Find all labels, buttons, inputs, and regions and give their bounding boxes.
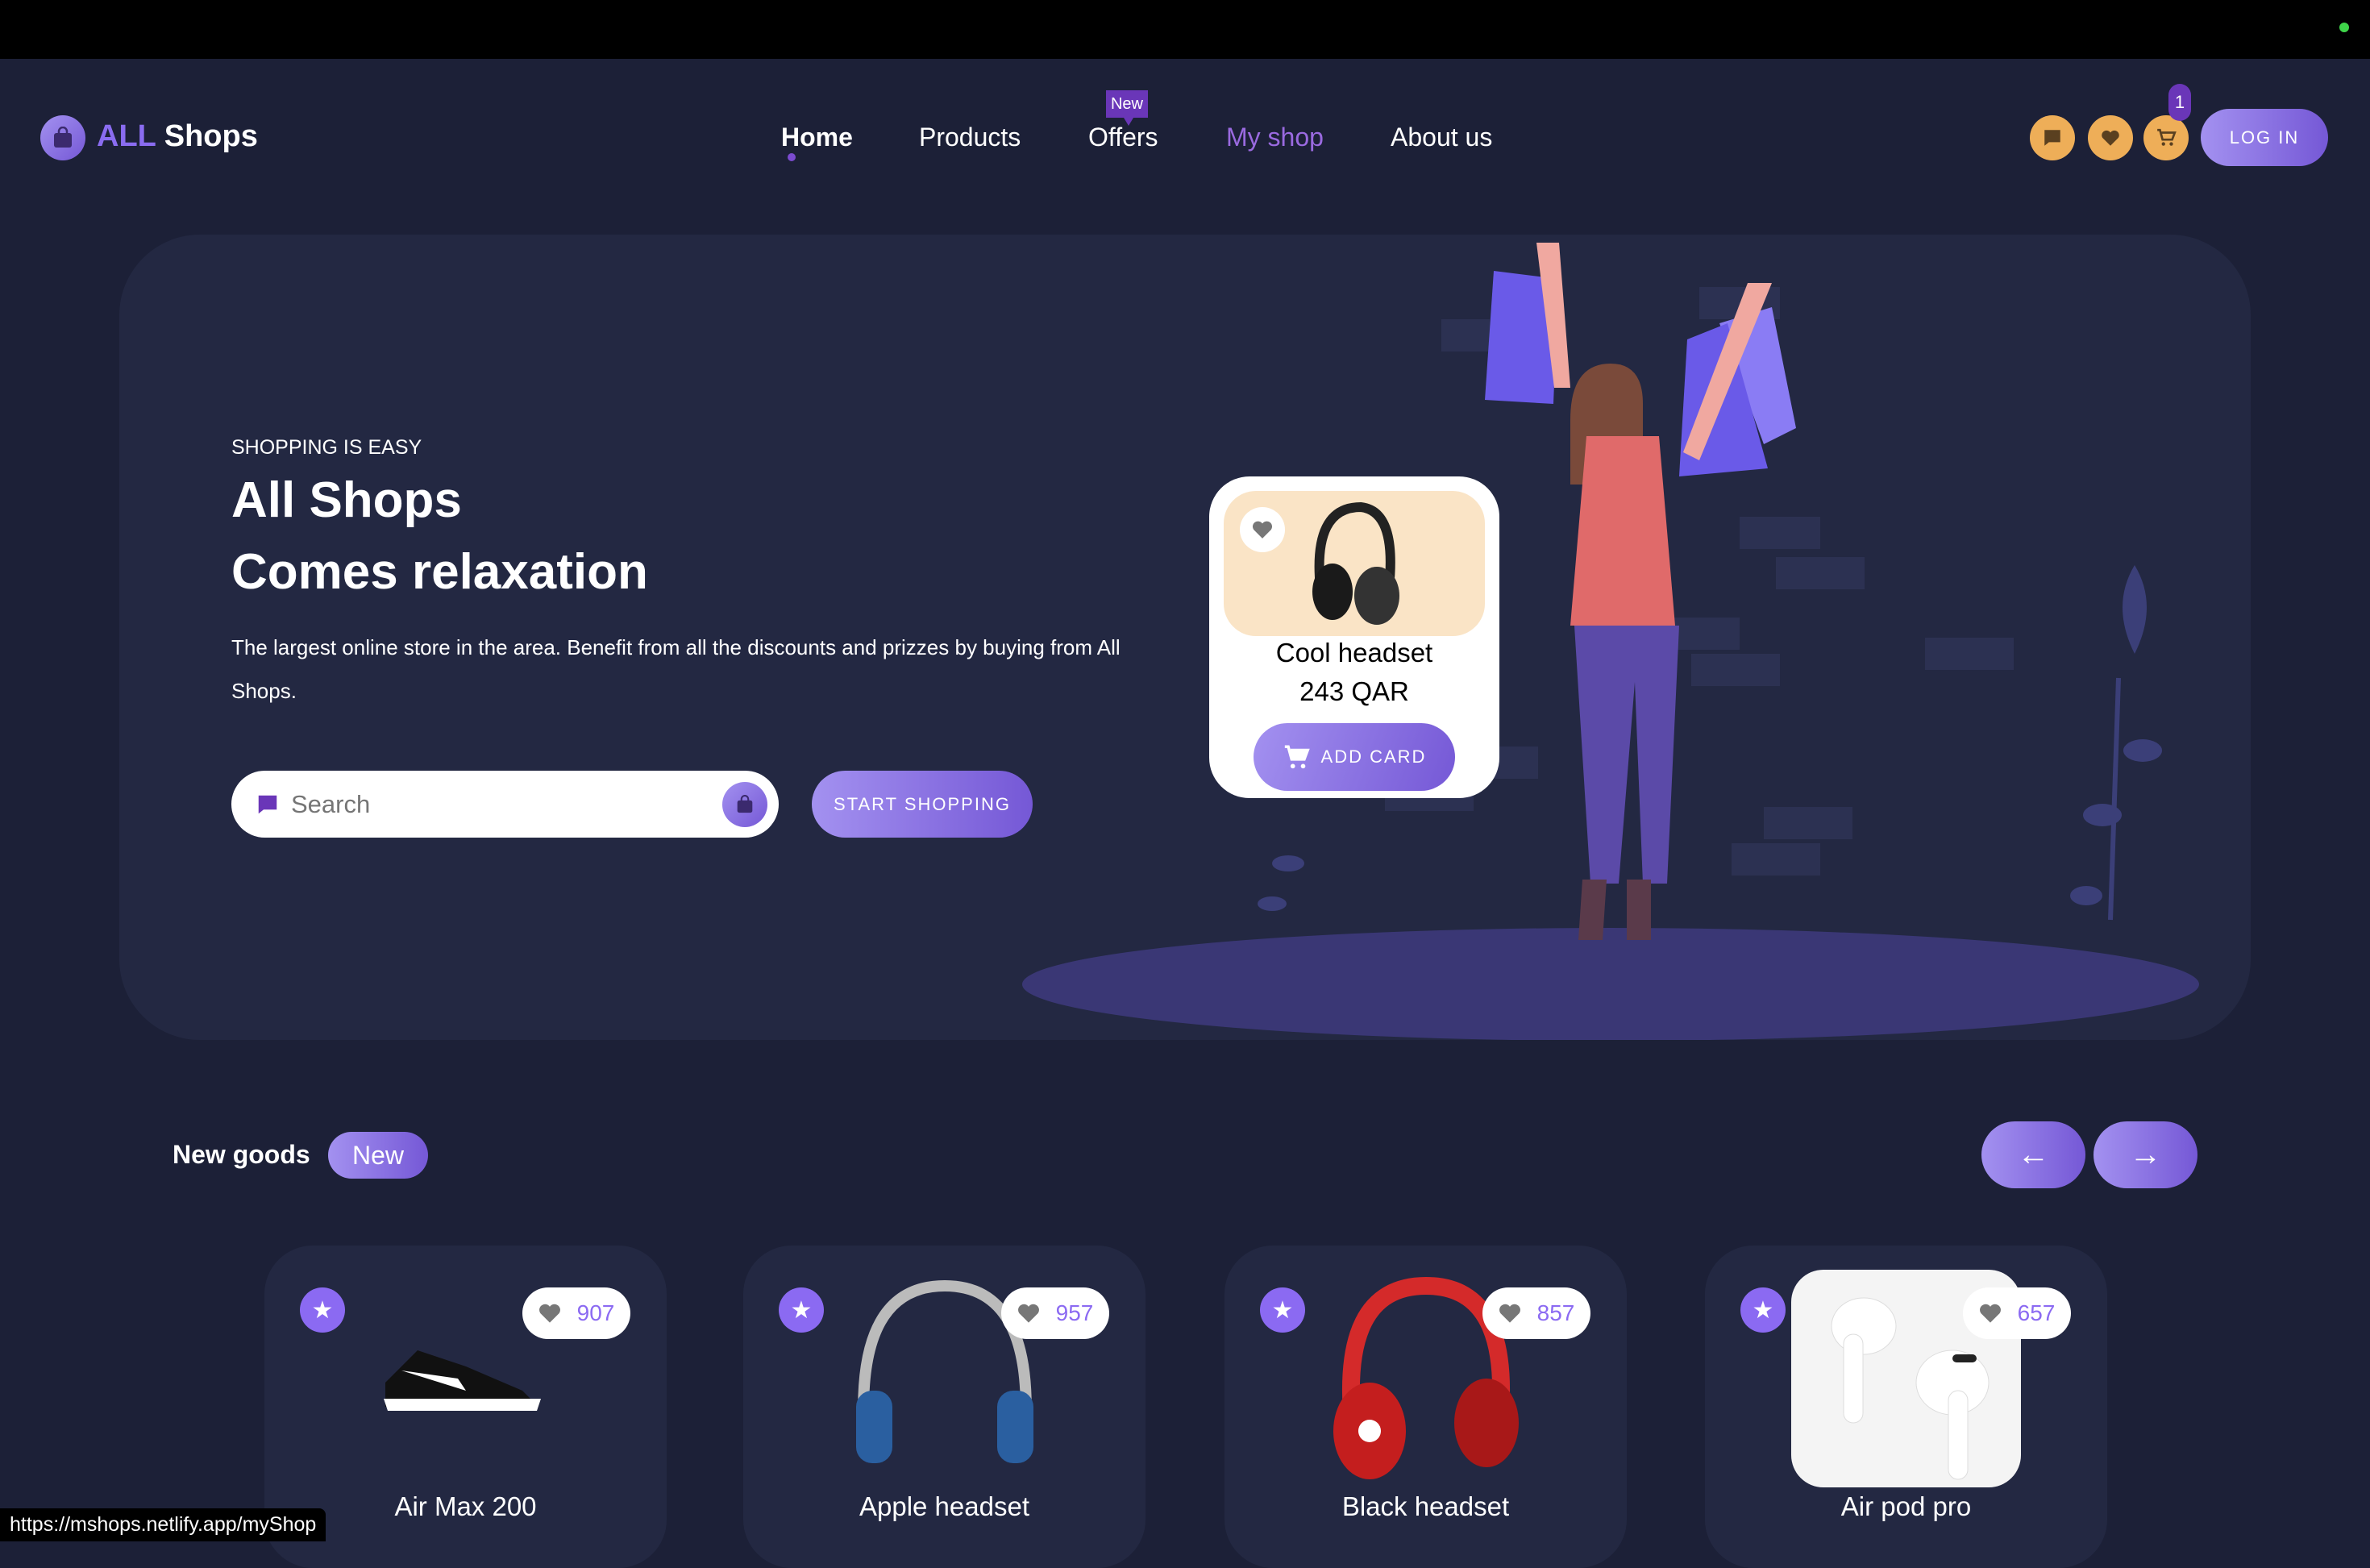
hero-eyebrow: SHOPPING IS EASY bbox=[231, 436, 422, 459]
like-count: 657 bbox=[2017, 1300, 2056, 1325]
add-card-label: ADD CARD bbox=[1320, 747, 1427, 767]
heart-icon bbox=[538, 1304, 560, 1323]
cart-count-badge: 1 bbox=[2168, 84, 2191, 121]
logo-text[interactable]: ALL Shops bbox=[97, 119, 258, 154]
active-indicator bbox=[788, 153, 796, 161]
nav-offers[interactable]: Offers bbox=[1088, 123, 1158, 152]
nav-home[interactable]: Home bbox=[781, 123, 853, 152]
like-count: 907 bbox=[576, 1300, 615, 1325]
like-button[interactable]: 907 bbox=[522, 1287, 630, 1339]
status-dot bbox=[2339, 23, 2349, 32]
heart-icon[interactable] bbox=[2088, 115, 2133, 160]
login-button[interactable]: LOG IN bbox=[2201, 109, 2328, 166]
start-shopping-button[interactable]: START SHOPPING bbox=[812, 771, 1033, 838]
next-arrow-button[interactable]: → bbox=[2094, 1121, 2197, 1188]
arrow-right-icon: → bbox=[2129, 1137, 2162, 1172]
chat-icon[interactable] bbox=[2030, 115, 2075, 160]
new-pill: New bbox=[328, 1132, 428, 1179]
hero-description: The largest online store in the area. Be… bbox=[231, 635, 1121, 703]
heart-icon bbox=[1979, 1304, 2001, 1323]
logo-bag-icon[interactable] bbox=[40, 115, 85, 160]
system-top-bar bbox=[0, 0, 2370, 59]
prev-arrow-button[interactable]: ← bbox=[1981, 1121, 2085, 1188]
nav-products[interactable]: Products bbox=[919, 123, 1021, 152]
product-card[interactable]: ★ 957 Apple headset bbox=[743, 1246, 1146, 1568]
headset-image bbox=[1312, 501, 1399, 625]
star-icon[interactable]: ★ bbox=[779, 1287, 824, 1333]
cart-icon[interactable] bbox=[2143, 115, 2189, 160]
like-button[interactable]: 657 bbox=[1963, 1287, 2071, 1339]
hero-subtitle: Comes relaxation bbox=[231, 544, 648, 600]
product-card[interactable]: ★ 657 Air pod pro bbox=[1705, 1246, 2107, 1568]
product-name: Cool headset bbox=[1275, 638, 1433, 668]
search-bag-button[interactable] bbox=[722, 781, 767, 827]
nav-about-us[interactable]: About us bbox=[1391, 123, 1492, 152]
like-count: 957 bbox=[1055, 1300, 1094, 1325]
search-input[interactable] bbox=[291, 789, 722, 819]
logo-word: Shops bbox=[164, 119, 258, 153]
product-price: 243 QAR bbox=[1299, 676, 1409, 706]
like-button[interactable]: 857 bbox=[1482, 1287, 1590, 1339]
nav-my-shop[interactable]: My shop bbox=[1226, 123, 1324, 152]
heart-icon bbox=[1499, 1304, 1520, 1323]
chat-icon bbox=[258, 795, 277, 813]
like-button[interactable]: 957 bbox=[1001, 1287, 1109, 1339]
like-count: 857 bbox=[1536, 1300, 1575, 1325]
heart-icon bbox=[1017, 1304, 1039, 1323]
hero-title: All Shops bbox=[231, 472, 462, 528]
offers-new-badge: New bbox=[1106, 90, 1148, 126]
star-icon[interactable]: ★ bbox=[1740, 1287, 1786, 1333]
add-card-button[interactable]: ADD CARD bbox=[1254, 723, 1455, 791]
cart-icon bbox=[1284, 745, 1310, 769]
star-icon[interactable]: ★ bbox=[1260, 1287, 1305, 1333]
star-icon[interactable]: ★ bbox=[300, 1287, 345, 1333]
arrow-left-icon: ← bbox=[2017, 1137, 2050, 1172]
product-name: Air pod pro bbox=[1840, 1491, 1972, 1521]
featured-product-card: Cool headset 243 QAR ADD CARD bbox=[1209, 476, 1499, 798]
favorite-button[interactable] bbox=[1240, 507, 1285, 552]
product-card[interactable]: ★ 857 Black headset bbox=[1224, 1246, 1627, 1568]
section-title: New goods bbox=[173, 1140, 310, 1169]
search-bar bbox=[231, 771, 779, 838]
link-status-url: https://mshops.netlify.app/myShop bbox=[0, 1508, 326, 1541]
logo-accent: ALL bbox=[97, 119, 156, 153]
product-image bbox=[1224, 491, 1485, 636]
product-name: Apple headset bbox=[859, 1491, 1029, 1521]
product-name: Black headset bbox=[1341, 1491, 1510, 1521]
